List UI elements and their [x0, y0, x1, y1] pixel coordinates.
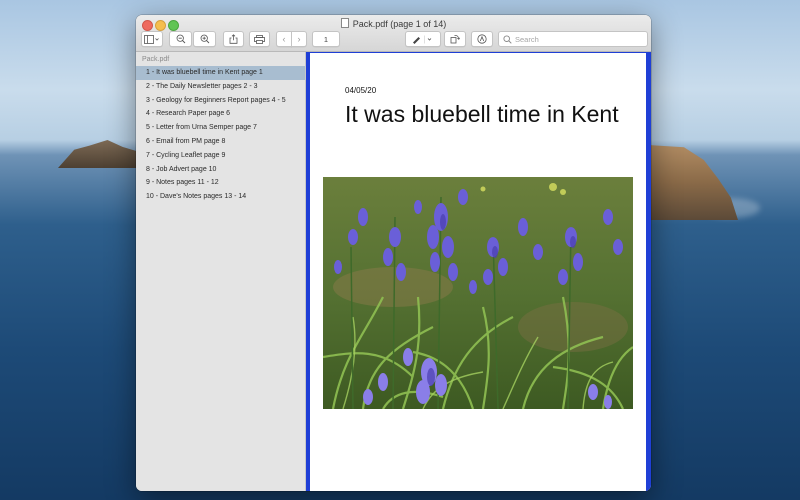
document-view[interactable]: 04/05/20 It was bluebell time in Kent — [306, 52, 651, 491]
page-number-field[interactable]: 1 — [312, 31, 340, 47]
markup-pen-button[interactable] — [405, 31, 441, 47]
outline-item-5[interactable]: 5 - Letter from Urna Semper page 7 — [136, 121, 305, 135]
outline-item-7[interactable]: 7 - Cycling Leaflet page 9 — [136, 149, 305, 163]
search-input[interactable] — [512, 34, 635, 44]
zoom-out-icon — [176, 34, 185, 44]
markup-icon — [477, 34, 487, 44]
pen-icon — [413, 35, 432, 44]
island-right — [648, 145, 738, 220]
outline-item-8[interactable]: 8 - Job Advert page 10 — [136, 163, 305, 177]
search-icon — [503, 34, 512, 44]
outline-item-4[interactable]: 4 - Research Paper page 6 — [136, 107, 305, 121]
chevron-left-icon: ‹ — [282, 34, 286, 44]
outline-item-9[interactable]: 9 - Notes pages 11 - 12 — [136, 176, 305, 190]
island-left — [58, 140, 148, 168]
sidebar-toggle-button[interactable] — [141, 31, 163, 47]
sidebar: Pack.pdf 1 - It was bluebell time in Ken… — [136, 52, 306, 491]
sidebar-icon — [144, 34, 159, 44]
outline-item-1[interactable]: 1 - It was bluebell time in Kent page 1 — [136, 66, 305, 80]
bluebell-photo — [323, 177, 633, 409]
share-button[interactable] — [223, 31, 244, 47]
bluebell-photo-illustration — [323, 177, 633, 409]
outline-item-6[interactable]: 6 - Email from PM page 8 — [136, 135, 305, 149]
outline-list: 1 - It was bluebell time in Kent page 1 … — [136, 66, 305, 204]
preview-window: Pack.pdf (page 1 of 14) ‹ › 1 Search Pac… — [136, 15, 651, 491]
zoom-in-icon — [200, 34, 209, 44]
print-button[interactable] — [249, 31, 270, 47]
document-heading: It was bluebell time in Kent — [345, 101, 619, 127]
window-title: Pack.pdf (page 1 of 14) — [136, 18, 651, 29]
document-date: 04/05/20 — [345, 86, 377, 95]
rotate-icon — [450, 35, 460, 44]
rotate-button[interactable] — [444, 31, 466, 47]
outline-item-2[interactable]: 2 - The Daily Newsletter pages 2 - 3 — [136, 80, 305, 94]
search-field[interactable] — [498, 31, 648, 47]
page-number-value: 1 — [323, 34, 329, 44]
outline-item-10[interactable]: 10 - Dave's Notes pages 13 - 14 — [136, 190, 305, 204]
pdf-page: 04/05/20 It was bluebell time in Kent — [310, 53, 646, 491]
outline-item-3[interactable]: 3 - Geology for Beginners Report pages 4… — [136, 94, 305, 108]
next-page-button[interactable]: › — [291, 31, 307, 47]
previous-page-button[interactable]: ‹ — [276, 31, 292, 47]
document-icon — [340, 18, 349, 28]
zoom-in-button[interactable] — [193, 31, 216, 47]
zoom-out-button[interactable] — [169, 31, 192, 47]
printer-icon — [254, 34, 265, 44]
markup-toolbar-button[interactable] — [471, 31, 493, 47]
sidebar-header: Pack.pdf — [142, 56, 170, 63]
share-icon — [229, 34, 238, 44]
window-title-text: Pack.pdf (page 1 of 14) — [352, 19, 447, 29]
title-bar: Pack.pdf (page 1 of 14) ‹ › 1 Search — [136, 15, 651, 52]
chevron-right-icon: › — [297, 34, 301, 44]
